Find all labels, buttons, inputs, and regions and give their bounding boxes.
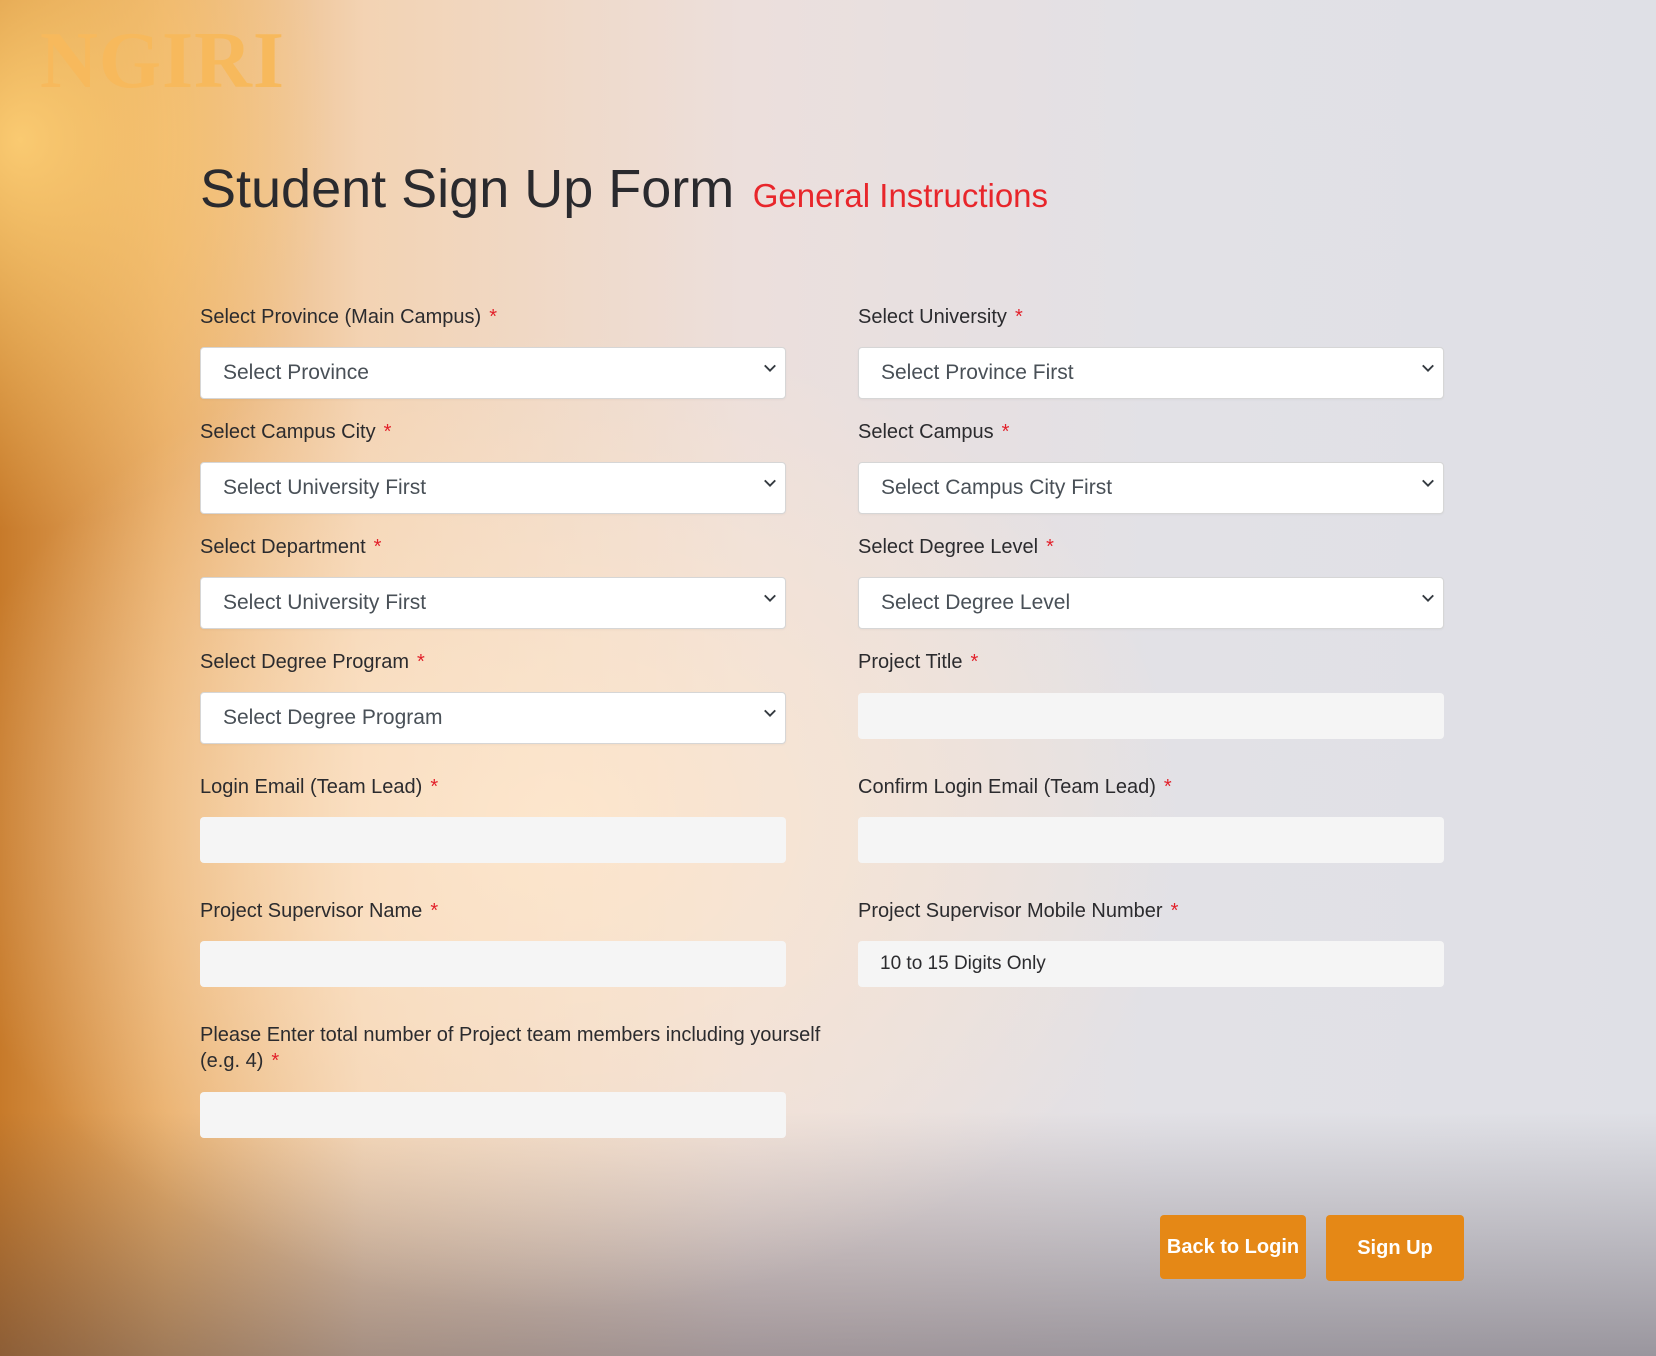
- degree-program-select[interactable]: Select Degree Program: [200, 692, 786, 744]
- university-label: Select University *: [858, 306, 1023, 328]
- general-instructions-link[interactable]: General Instructions: [753, 177, 1048, 214]
- team-members-field: Please Enter total number of Project tea…: [200, 1022, 840, 1138]
- department-select[interactable]: Select University First: [200, 577, 786, 629]
- campus-field: Select Campus * Select Campus City First: [858, 419, 1444, 514]
- province-select[interactable]: Select Province: [200, 347, 786, 399]
- required-marker: *: [1170, 900, 1179, 922]
- chevron-down-icon: [1422, 594, 1434, 602]
- department-field: Select Department * Select University Fir…: [200, 534, 786, 629]
- project-title-field: Project Title *: [858, 649, 1444, 739]
- province-field: Select Province (Main Campus) * Select Pr…: [200, 304, 786, 399]
- page-title: Student Sign Up Form: [200, 159, 735, 219]
- supervisor-mobile-input[interactable]: 10 to 15 Digits Only: [858, 941, 1444, 987]
- required-marker: *: [1163, 776, 1172, 798]
- login-email-field: Login Email (Team Lead) *: [200, 774, 786, 863]
- degree-program-field: Select Degree Program * Select Degree Pro…: [200, 649, 786, 744]
- department-select-value: Select University First: [223, 591, 427, 614]
- province-label: Select Province (Main Campus) *: [200, 306, 498, 328]
- required-marker: *: [430, 900, 439, 922]
- university-select-value: Select Province First: [881, 361, 1074, 384]
- supervisor-mobile-field: Project Supervisor Mobile Number * 10 to …: [858, 898, 1444, 987]
- required-marker: *: [430, 776, 439, 798]
- required-marker: *: [1046, 536, 1054, 558]
- team-members-label-line2: (e.g. 4) *: [200, 1050, 280, 1072]
- campus-select-value: Select Campus City First: [881, 476, 1113, 499]
- chevron-down-icon: [764, 364, 776, 372]
- university-select[interactable]: Select Province First: [858, 347, 1444, 399]
- chevron-down-icon: [764, 594, 776, 602]
- project-title-input[interactable]: [858, 693, 1444, 739]
- confirm-email-label: Confirm Login Email (Team Lead) *: [858, 776, 1172, 798]
- required-marker: *: [489, 306, 498, 328]
- campus-city-field: Select Campus City * Select University Fi…: [200, 419, 786, 514]
- supervisor-name-label: Project Supervisor Name *: [200, 900, 439, 922]
- confirm-email-field: Confirm Login Email (Team Lead) *: [858, 774, 1444, 863]
- project-title-label: Project Title *: [858, 651, 979, 673]
- required-marker: *: [1001, 421, 1010, 443]
- campus-select[interactable]: Select Campus City First: [858, 462, 1444, 514]
- degree-level-select[interactable]: Select Degree Level: [858, 577, 1444, 629]
- university-field: Select University * Select Province First: [858, 304, 1444, 399]
- ngiri-logo: NGIRI: [40, 17, 286, 105]
- required-marker: *: [970, 651, 979, 673]
- province-select-value: Select Province: [223, 361, 369, 384]
- page-heading: Student Sign Up Form General Instruction…: [200, 158, 1048, 220]
- required-marker: *: [373, 536, 382, 558]
- degree-level-field: Select Degree Level * Select Degree Level: [858, 534, 1444, 629]
- degree-program-label: Select Degree Program *: [200, 651, 425, 673]
- required-marker: *: [383, 421, 392, 443]
- supervisor-name-input[interactable]: [200, 941, 786, 987]
- campus-city-select[interactable]: Select University First: [200, 462, 786, 514]
- chevron-down-icon: [1422, 479, 1434, 487]
- degree-program-select-value: Select Degree Program: [223, 706, 443, 729]
- back-to-login-button[interactable]: Back to Login: [1160, 1215, 1306, 1279]
- campus-city-select-value: Select University First: [223, 476, 427, 499]
- required-marker: *: [1014, 306, 1023, 328]
- login-email-input[interactable]: [200, 817, 786, 863]
- department-label: Select Department *: [200, 536, 382, 558]
- degree-level-label: Select Degree Level *: [858, 536, 1054, 558]
- required-marker: *: [271, 1050, 280, 1072]
- campus-label: Select Campus *: [858, 421, 1010, 443]
- supervisor-mobile-label: Project Supervisor Mobile Number *: [858, 900, 1179, 922]
- login-email-label: Login Email (Team Lead) *: [200, 776, 439, 798]
- confirm-email-input[interactable]: [858, 817, 1444, 863]
- campus-city-label: Select Campus City *: [200, 421, 392, 443]
- chevron-down-icon: [764, 479, 776, 487]
- chevron-down-icon: [1422, 364, 1434, 372]
- supervisor-name-field: Project Supervisor Name *: [200, 898, 786, 987]
- sign-up-button[interactable]: Sign Up: [1326, 1215, 1464, 1281]
- team-members-input[interactable]: [200, 1092, 786, 1138]
- degree-level-select-value: Select Degree Level: [881, 591, 1071, 614]
- team-members-label: Please Enter total number of Project tea…: [200, 1024, 821, 1046]
- required-marker: *: [416, 651, 425, 673]
- chevron-down-icon: [764, 709, 776, 717]
